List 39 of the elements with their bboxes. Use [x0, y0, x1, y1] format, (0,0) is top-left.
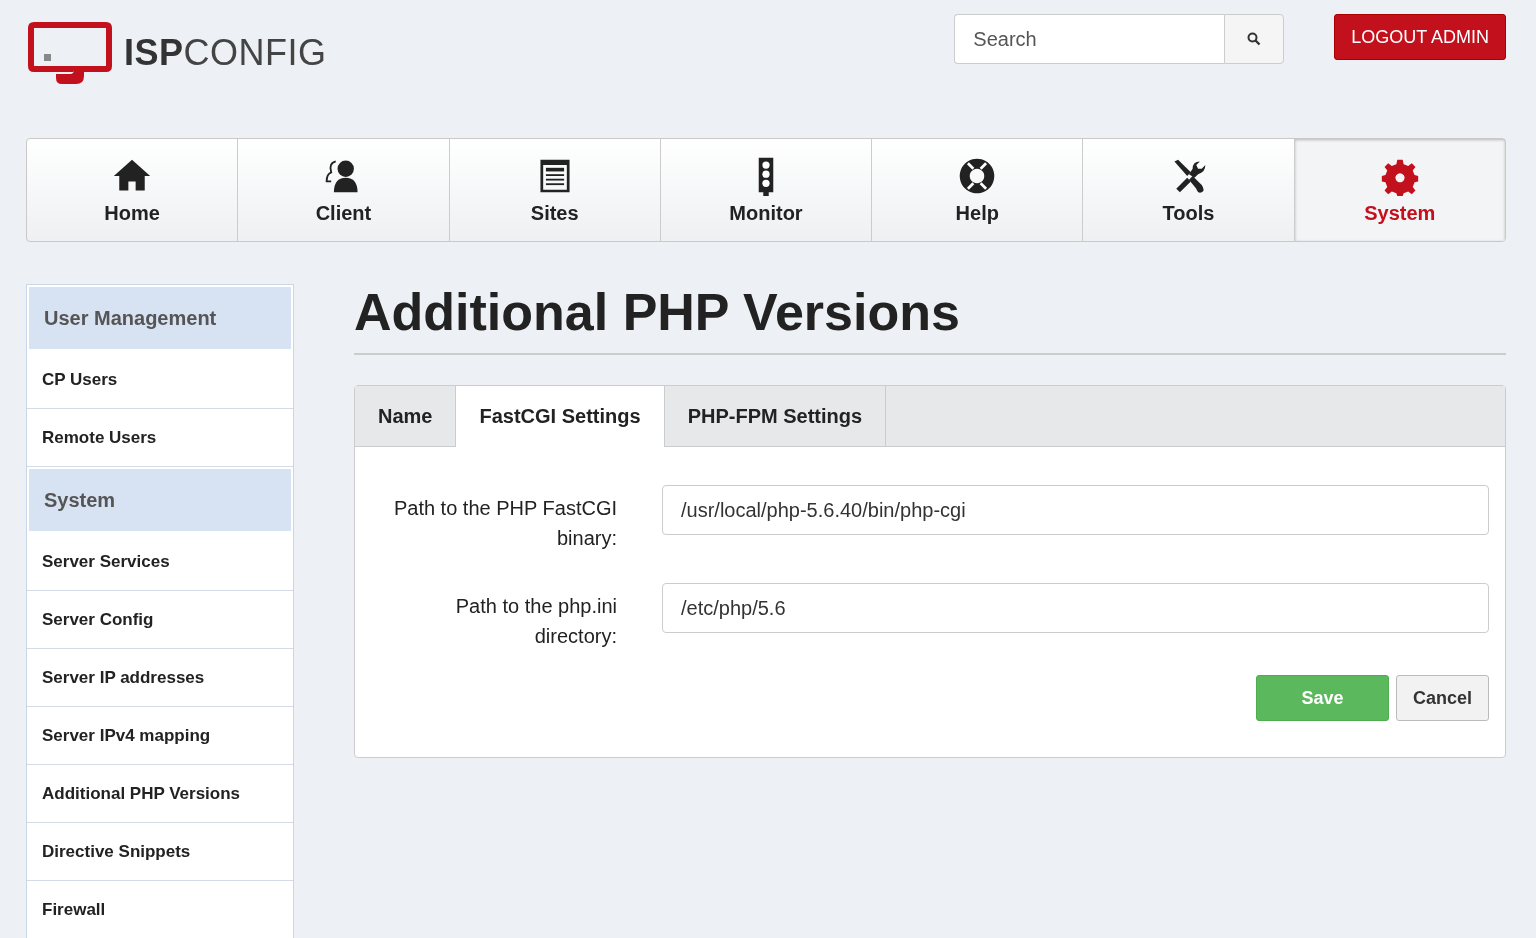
input-field[interactable]: /etc/php/5.6: [662, 583, 1489, 634]
field-label: Path to the php.ini directory:: [454, 594, 618, 650]
nav-label: Home: [104, 201, 160, 225]
field-label: Path to the PHP FastCGI binary:: [392, 496, 618, 552]
search-field[interactable]: Search: [954, 14, 1225, 64]
nav-tab[interactable]: Client: [238, 139, 450, 241]
sidebar-section-header: User Management: [29, 287, 291, 349]
input-field[interactable]: /usr/local/php-5.6.40/bin/php-cgi: [662, 485, 1489, 536]
nav-tab[interactable]: Tools: [1083, 139, 1295, 241]
sidebar-item[interactable]: Server Services: [27, 533, 293, 591]
sidebar-section-header: System: [29, 469, 291, 531]
nav-label: Sites: [530, 201, 579, 225]
nav-label: Client: [315, 201, 372, 225]
sidebar-item[interactable]: Server Config: [27, 591, 293, 649]
nav-tab[interactable]: Help: [872, 139, 1084, 241]
sidebar-item[interactable]: Firewall: [27, 881, 293, 938]
nav-tab[interactable]: Monitor: [660, 139, 873, 241]
search-button[interactable]: [1224, 14, 1285, 64]
logout-button[interactable]: LOGOUT ADMIN: [1334, 14, 1506, 60]
form-tab[interactable]: PHP-FPM Settings: [664, 386, 887, 447]
nav-tab[interactable]: System: [1294, 139, 1505, 241]
sidebar-item[interactable]: CP Users: [27, 351, 293, 409]
nav-label: System: [1364, 201, 1436, 225]
nav-label: Monitor: [729, 201, 803, 225]
nav-label: Tools: [1162, 201, 1215, 225]
search-icon: [1247, 32, 1262, 46]
page-title: Additional PHP Versions: [354, 284, 1506, 356]
sidebar-item[interactable]: Additional PHP Versions: [27, 765, 293, 823]
logo-text: ISPCONFIG: [124, 32, 327, 74]
form-tab[interactable]: FastCGI Settings: [456, 386, 665, 448]
nav-tab[interactable]: Sites: [449, 139, 661, 241]
sidebar-item[interactable]: Remote Users: [27, 409, 293, 467]
sidebar-item[interactable]: Server IPv4 mapping: [27, 707, 293, 765]
logo-icon: [26, 20, 114, 86]
sidebar-item[interactable]: Server IP addresses: [27, 649, 293, 707]
sidebar-item[interactable]: Directive Snippets: [27, 823, 293, 881]
nav-label: Help: [955, 201, 999, 225]
nav-tab[interactable]: Home: [27, 139, 239, 241]
cancel-button[interactable]: Cancel: [1395, 675, 1489, 722]
